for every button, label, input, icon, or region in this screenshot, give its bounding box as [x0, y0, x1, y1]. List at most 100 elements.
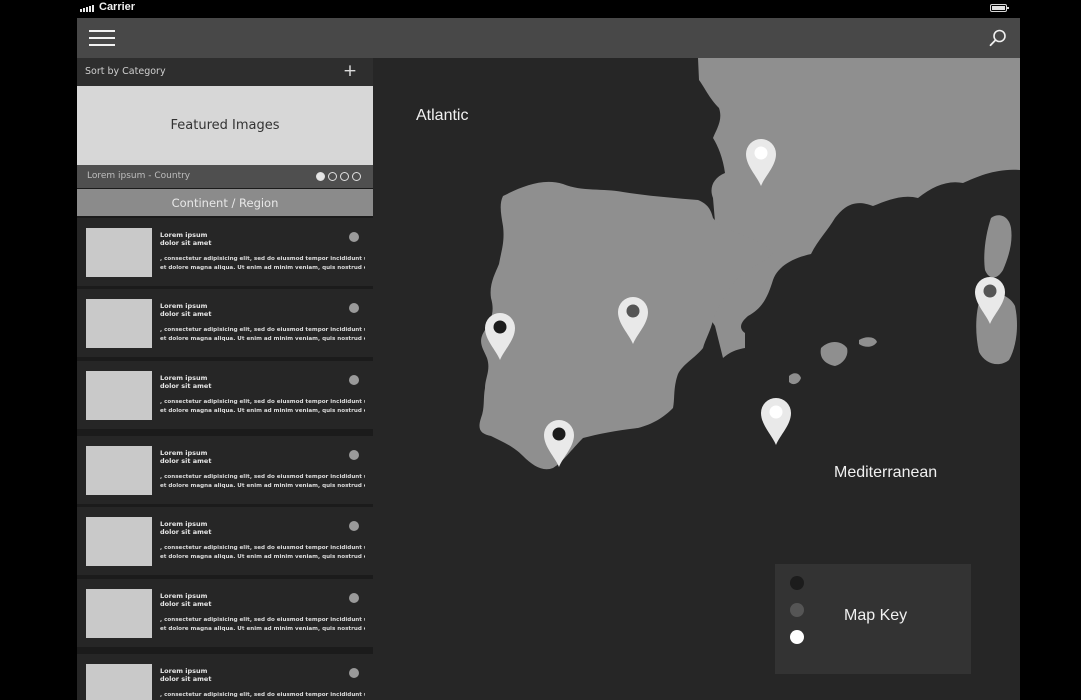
list-item-body-line1: , consectetur adipisicing elit, sed do e… [160, 617, 365, 623]
map-key-dot-3 [790, 630, 804, 644]
list-item-title: Lorem ipsum dolor sit amet [160, 374, 280, 390]
list-item-title: Lorem ipsum dolor sit amet [160, 520, 280, 536]
list-item-status-dot [349, 593, 359, 603]
map-pin-body [761, 398, 791, 445]
thumbnail-image [86, 228, 152, 277]
thumbnail-image [86, 371, 152, 420]
continent-region-bar[interactable]: Continent / Region [77, 189, 373, 216]
list-item-title-line2: dolor sit amet [160, 600, 212, 608]
list-item-title: Lorem ipsum dolor sit amet [160, 302, 280, 318]
list-item-status-dot [349, 450, 359, 460]
list-item-description: , consectetur adipisicing elit, sed do e… [160, 473, 365, 490]
list-item-title-line2: dolor sit amet [160, 382, 212, 390]
list-item-title-line2: dolor sit amet [160, 675, 212, 683]
list-item-status-dot [349, 232, 359, 242]
list-item[interactable]: Lorem ipsum dolor sit amet , consectetur a… [77, 436, 373, 504]
list-item-status-dot [349, 375, 359, 385]
carousel-pager [316, 172, 361, 181]
featured-images-banner[interactable]: Featured Images [77, 86, 373, 165]
featured-caption-bar: Lorem ipsum - Country [77, 165, 373, 188]
list-item[interactable]: Lorem ipsum dolor sit amet , consectetur a… [77, 579, 373, 647]
pager-dot-4[interactable] [352, 172, 361, 181]
list-item-description: , consectetur adipisicing elit, sed do e… [160, 255, 365, 272]
list-item-description: , consectetur adipisicing elit, sed do e… [160, 616, 365, 633]
list-item-body-line2: et dolore magna aliqua. Ut enim ad minim… [160, 335, 365, 342]
list-item-title-line2: dolor sit amet [160, 310, 212, 318]
list-item-description: , consectetur adipisicing elit, sed do e… [160, 326, 365, 343]
atlantic-label: Atlantic [416, 107, 469, 124]
list-item-body-line1: , consectetur adipisicing elit, sed do e… [160, 474, 365, 480]
list-item-body-line1: , consectetur adipisicing elit, sed do e… [160, 399, 365, 405]
list-item-title-line1: Lorem ipsum [160, 449, 208, 457]
add-icon[interactable]: + [341, 62, 359, 80]
map-pin-dot [769, 405, 783, 419]
list-item[interactable]: Lorem ipsum dolor sit amet , consectetur a… [77, 507, 373, 575]
status-bar: Carrier [0, 0, 1081, 18]
list-item-title-line1: Lorem ipsum [160, 667, 208, 675]
map-view[interactable]: Atlantic Mediterranean Map Key [373, 58, 1020, 700]
featured-images-title: Featured Images [170, 118, 280, 133]
list-item-body-line2: et dolore magna aliqua. Ut enim ad minim… [160, 625, 365, 632]
list-item-title-line2: dolor sit amet [160, 528, 212, 536]
list-item-body-line1: , consectetur adipisicing elit, sed do e… [160, 545, 365, 551]
continent-region-label: Continent / Region [171, 195, 279, 210]
ibiza-island [789, 373, 801, 385]
thumbnail-image [86, 299, 152, 348]
list-item-body-line1: , consectetur adipisicing elit, sed do e… [160, 256, 365, 262]
list-item-body-line2: et dolore magna aliqua. Ut enim ad minim… [160, 407, 365, 414]
list-item-description: , consectetur adipisicing elit, sed do e… [160, 691, 365, 700]
list-item[interactable]: Lorem ipsum dolor sit amet , consectetur a… [77, 361, 373, 429]
list-item-body-line2: et dolore magna aliqua. Ut enim ad minim… [160, 482, 365, 489]
list-item-title-line1: Lorem ipsum [160, 302, 208, 310]
list-item-status-dot [349, 521, 359, 531]
list-item-status-dot [349, 668, 359, 678]
list-item[interactable]: Lorem ipsum dolor sit amet , consectetur a… [77, 218, 373, 286]
map-key-title: Map Key [844, 607, 908, 624]
mediterranean-label: Mediterranean [834, 464, 938, 481]
pin-east-spain-icon[interactable] [761, 398, 791, 445]
list-item[interactable]: Lorem ipsum dolor sit amet , consectetur a… [77, 289, 373, 357]
list-item-description: , consectetur adipisicing elit, sed do e… [160, 544, 365, 561]
map-pin-dot [754, 146, 768, 160]
carrier-label: Carrier [99, 1, 136, 13]
list-item[interactable]: Lorem ipsum dolor sit amet , consectetur a… [77, 654, 373, 700]
list-item-title-line1: Lorem ipsum [160, 520, 208, 528]
pager-dot-3[interactable] [340, 172, 349, 181]
map-pin-dot [552, 427, 566, 441]
mallorca-island [820, 342, 848, 366]
map-pin-dot [626, 304, 640, 318]
map-key-dot-1 [790, 576, 804, 590]
thumbnail-image [86, 446, 152, 495]
map-pin-dot [983, 284, 997, 298]
featured-caption: Lorem ipsum - Country [87, 171, 191, 181]
list-item-title-line2: dolor sit amet [160, 239, 212, 247]
list-item-title: Lorem ipsum dolor sit amet [160, 231, 280, 247]
map-pin-dot [493, 320, 507, 334]
list-item-title-line1: Lorem ipsum [160, 374, 208, 382]
pager-dot-2[interactable] [328, 172, 337, 181]
corsica-island [984, 215, 1012, 278]
thumbnail-image [86, 664, 152, 700]
list-item-body-line1: , consectetur adipisicing elit, sed do e… [160, 692, 365, 698]
map-key-dot-2 [790, 603, 804, 617]
list-item-title: Lorem ipsum dolor sit amet [160, 449, 280, 465]
list-item-body-line2: et dolore magna aliqua. Ut enim ad minim… [160, 264, 365, 271]
list-item-body-line2: et dolore magna aliqua. Ut enim ad minim… [160, 553, 365, 560]
sort-by-category-label[interactable]: Sort by Category [85, 66, 166, 77]
nav-bar [77, 18, 1020, 58]
menorca-island [859, 337, 877, 347]
tablet-screen: Carrier Sort by Category + Featured Imag… [0, 0, 1081, 700]
map-key-panel: Map Key [775, 564, 971, 674]
thumbnail-image [86, 589, 152, 638]
signal-strength-icon [80, 5, 94, 12]
pager-dot-1[interactable] [316, 172, 325, 181]
hamburger-menu-icon[interactable] [89, 30, 115, 46]
list-item-title-line1: Lorem ipsum [160, 231, 208, 239]
list-item-title: Lorem ipsum dolor sit amet [160, 667, 280, 683]
list-item-title-line2: dolor sit amet [160, 457, 212, 465]
list-item-status-dot [349, 303, 359, 313]
search-icon[interactable] [989, 29, 1007, 47]
list-item-body-line1: , consectetur adipisicing elit, sed do e… [160, 327, 365, 333]
sidebar: Sort by Category + Featured Images Lorem… [77, 58, 373, 700]
list-item-title-line1: Lorem ipsum [160, 592, 208, 600]
